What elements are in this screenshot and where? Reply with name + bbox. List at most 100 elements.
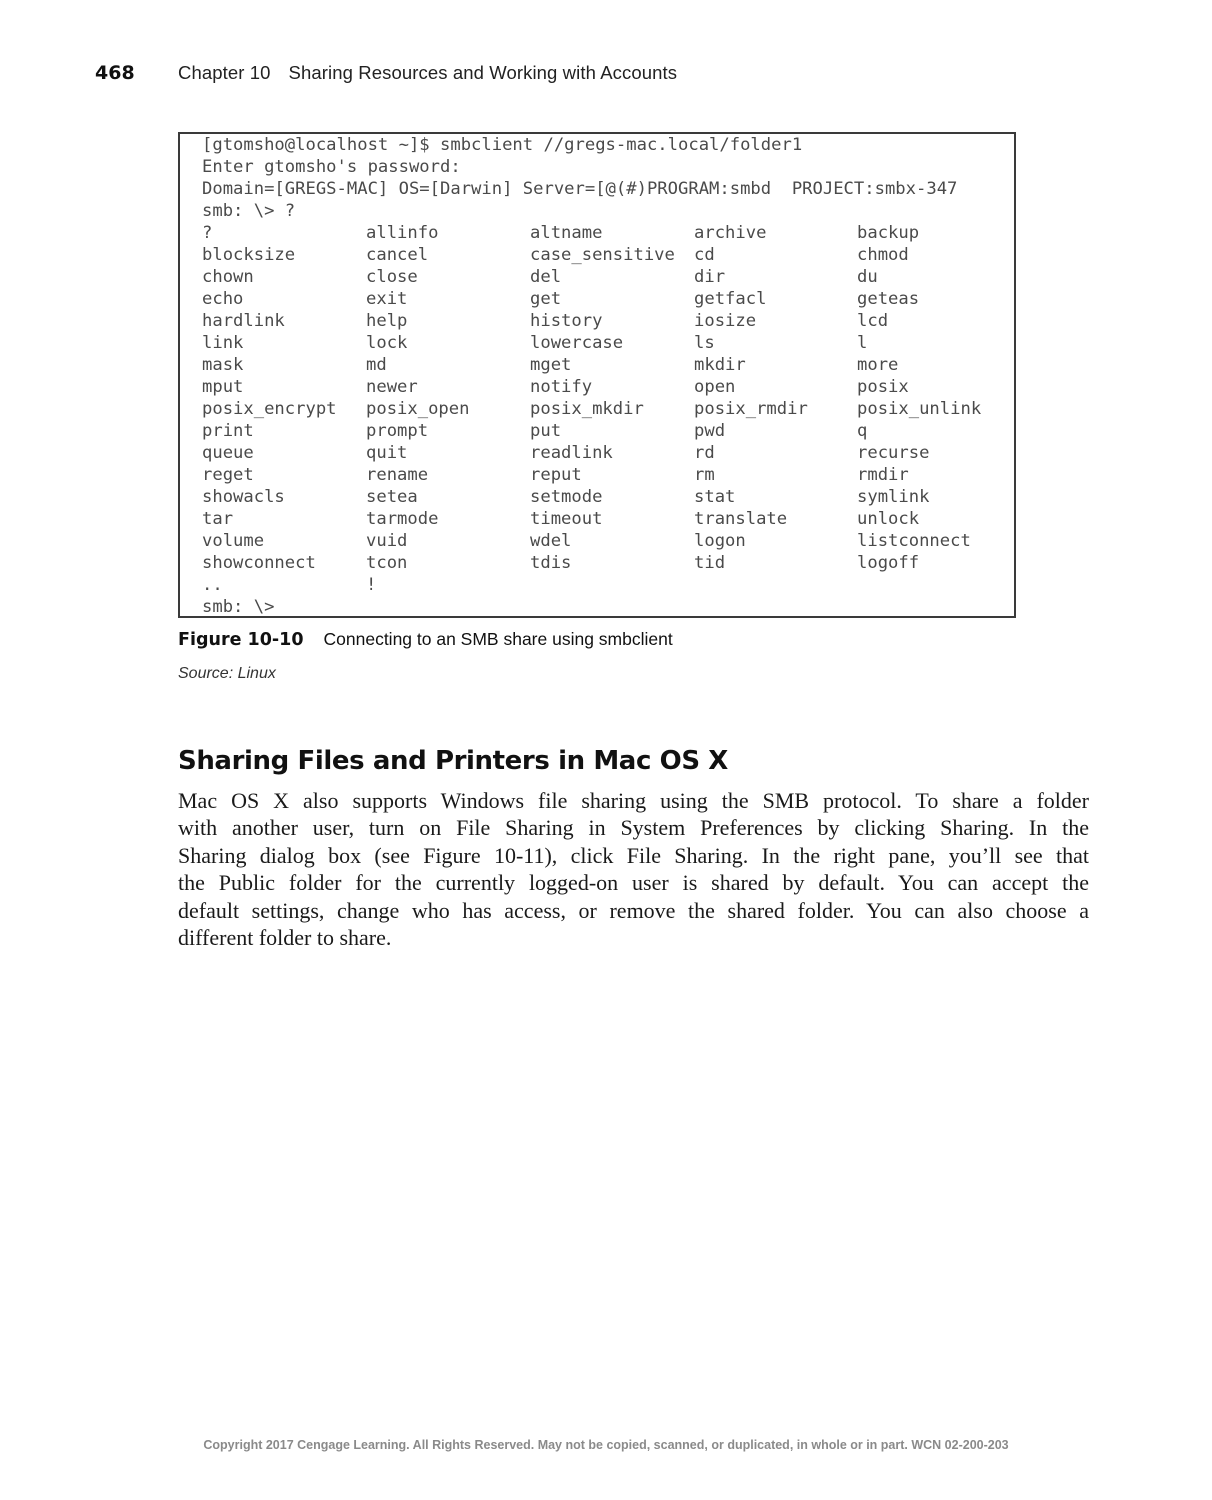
command-name: get [530, 289, 562, 309]
command-name: rename [366, 465, 429, 485]
command-row: mput newer notify open posix [202, 376, 1012, 398]
command-row: link lock lowercase ls l [202, 332, 1012, 354]
command-name: history [530, 311, 603, 331]
command-name: ! [366, 575, 377, 595]
command-row: print prompt put pwd q [202, 420, 1012, 442]
body-paragraph: Mac OS X also supports Windows file shar… [178, 787, 1089, 951]
terminal-help-prompt: smb: \> ? [202, 201, 296, 221]
command-name: readlink [530, 443, 613, 463]
command-name: chmod [857, 245, 909, 265]
command-name: lock [366, 333, 408, 353]
command-name: exit [366, 289, 408, 309]
command-name: timeout [530, 509, 603, 529]
command-name: open [694, 377, 736, 397]
command-name: ? [202, 223, 213, 243]
command-row: volume vuid wdel logon listconnect [202, 530, 1012, 552]
command-row: reget rename reput rm rmdir [202, 464, 1012, 486]
command-name: du [857, 267, 878, 287]
chapter-heading: Chapter 10 Sharing Resources and Working … [178, 62, 677, 84]
command-name: allinfo [366, 223, 439, 243]
command-name: showconnect [202, 553, 316, 573]
command-name: more [857, 355, 899, 375]
command-row: tar tarmode timeout translate unlock [202, 508, 1012, 530]
command-name: setmode [530, 487, 603, 507]
command-name: mput [202, 377, 244, 397]
command-name: showacls [202, 487, 285, 507]
command-name: dir [694, 267, 726, 287]
command-name: posix_mkdir [530, 399, 644, 419]
command-name: md [366, 355, 387, 375]
command-name: altname [530, 223, 603, 243]
command-name: backup [857, 223, 920, 243]
command-name: tid [694, 553, 726, 573]
command-name: link [202, 333, 244, 353]
command-row: ..! [202, 574, 1012, 596]
figure-caption-text: Connecting to an SMB share using smbclie… [323, 629, 673, 649]
command-name: tarmode [366, 509, 439, 529]
command-name: rmdir [857, 465, 909, 485]
command-name: wdel [530, 531, 572, 551]
terminal-server-info: Domain=[GREGS-MAC] OS=[Darwin] Server=[@… [202, 179, 958, 199]
command-name: pwd [694, 421, 726, 441]
command-name: close [366, 267, 418, 287]
paragraph-line: Sharing dialog box (see Figure 10-11), c… [178, 842, 1089, 868]
command-row: showconnect tcon tdis tid logoff [202, 552, 1012, 574]
command-name: help [366, 311, 408, 331]
command-name: tdis [530, 553, 572, 573]
command-name: geteas [857, 289, 920, 309]
paragraph-line: default settings, change who has access,… [178, 897, 1089, 923]
command-name: ls [694, 333, 715, 353]
command-row: queue quit readlink rd recurse [202, 442, 1012, 464]
command-name: volume [202, 531, 265, 551]
command-name: prompt [366, 421, 429, 441]
command-name: queue [202, 443, 254, 463]
command-row: showacls setea setmode stat symlink [202, 486, 1012, 508]
chapter-number: Chapter 10 [178, 62, 271, 83]
command-name: posix_encrypt [202, 399, 337, 419]
terminal-password-prompt: Enter gtomsho's password: [202, 157, 461, 177]
command-name: logon [694, 531, 746, 551]
terminal-final-prompt: smb: \> [202, 597, 275, 617]
command-name: unlock [857, 509, 920, 529]
command-row: posix_encrypt posix_open posix_mkdir posix_… [202, 398, 1012, 420]
command-name: blocksize [202, 245, 296, 265]
command-name: notify [530, 377, 593, 397]
copyright-notice: Copyright 2017 Cengage Learning. All Rig… [203, 1438, 1009, 1452]
command-name: setea [366, 487, 418, 507]
command-name: posix_unlink [857, 399, 982, 419]
command-name: listconnect [857, 531, 971, 551]
command-name: archive [694, 223, 767, 243]
command-name: hardlink [202, 311, 285, 331]
terminal-command-line: [gtomsho@localhost ~]$ smbclient //gregs… [202, 135, 803, 155]
command-name: reput [530, 465, 582, 485]
command-row: ? allinfo altname archive backup [202, 222, 1012, 244]
command-name: iosize [694, 311, 757, 331]
command-name: posix_open [366, 399, 470, 419]
command-row: chown close del dir du [202, 266, 1012, 288]
paragraph-line: with another user, turn on File Sharing … [178, 815, 1089, 841]
command-row: echo exit get getfacl geteas [202, 288, 1012, 310]
command-name: tcon [366, 553, 408, 573]
figure-caption: Figure 10-10 Connecting to an SMB share u… [178, 629, 673, 650]
command-name: reget [202, 465, 254, 485]
command-row: hardlink help history iosize lcd [202, 310, 1012, 332]
command-name: del [530, 267, 562, 287]
command-name: recurse [857, 443, 930, 463]
command-name: rd [694, 443, 715, 463]
command-name: translate [694, 509, 788, 529]
command-name: l [857, 333, 868, 353]
command-name: vuid [366, 531, 408, 551]
command-row: mask md mget mkdir more [202, 354, 1012, 376]
command-name: .. [202, 575, 223, 595]
command-row: blocksize cancel case_sensitive cd chmod [202, 244, 1012, 266]
command-name: symlink [857, 487, 930, 507]
command-name: lcd [857, 311, 889, 331]
terminal-screenshot: [gtomsho@localhost ~]$ smbclient //gregs… [178, 132, 1016, 618]
command-name: echo [202, 289, 244, 309]
command-name: mkdir [694, 355, 746, 375]
figure-label: Figure 10-10 [178, 630, 304, 650]
figure-source: Source: Linux [178, 665, 276, 682]
command-name: mask [202, 355, 244, 375]
command-name: put [530, 421, 562, 441]
command-name: stat [694, 487, 736, 507]
